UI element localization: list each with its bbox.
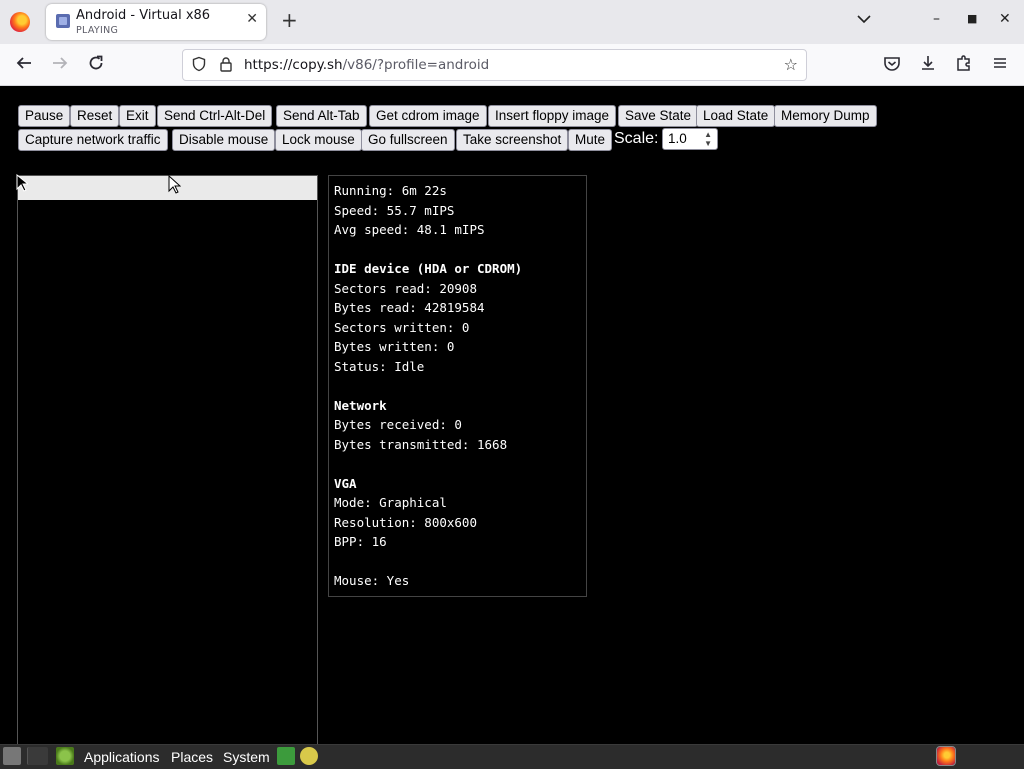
v86-favicon-icon	[56, 14, 70, 28]
stat-bytes-transmitted: Bytes transmitted: 1668	[334, 436, 508, 452]
tab-bar: Android - Virtual x86 PLAYING ✕ + – ■ ✕	[0, 0, 1024, 44]
stat-mode: Mode: Graphical	[334, 495, 447, 510]
mouse-pointer-icon	[16, 173, 30, 196]
show-desktop-icon[interactable]	[3, 747, 21, 765]
stat-running: Running: 6m 22s	[334, 183, 447, 198]
scale-label: Scale:	[614, 130, 659, 147]
url-bar[interactable]: https://copy.sh/v86/?profile=android ☆	[182, 49, 807, 81]
reset-button[interactable]: Reset	[70, 105, 120, 127]
stat-speed: Speed: 55.7 mIPS	[334, 202, 455, 218]
url-path: /v86/?profile=android	[342, 57, 490, 73]
scale-input[interactable]: 1.0 ▲ ▼	[662, 128, 718, 150]
mute-button[interactable]: Mute	[568, 129, 613, 151]
firefox-icon[interactable]	[10, 12, 30, 32]
url-text[interactable]: https://copy.sh/v86/?profile=android	[244, 57, 489, 73]
puzzle-icon[interactable]	[955, 54, 973, 75]
system-menu[interactable]: System	[223, 748, 270, 766]
get-cdrom-image-button[interactable]: Get cdrom image	[369, 105, 487, 127]
pocket-icon[interactable]	[883, 54, 901, 75]
emulator-screen[interactable]	[17, 175, 318, 745]
tab-android-virtual-x86[interactable]: Android - Virtual x86 PLAYING ✕	[46, 4, 266, 40]
network-section-header: Network	[334, 397, 387, 413]
chevron-down-icon[interactable]	[857, 13, 871, 27]
stat-status: Status: Idle	[334, 358, 425, 374]
stat-avg-speed: Avg speed: 48.1 mIPS	[334, 222, 485, 237]
go-fullscreen-button[interactable]: Go fullscreen	[361, 129, 455, 151]
exit-button[interactable]: Exit	[119, 105, 156, 127]
tab-title: Android - Virtual x86	[76, 8, 211, 23]
send-ctrl-alt-del-button[interactable]: Send Ctrl-Alt-Del	[157, 105, 273, 127]
lock-mouse-button[interactable]: Lock mouse	[275, 129, 362, 151]
applications-menu[interactable]: Applications	[84, 748, 160, 766]
stat-resolution: Resolution: 800x600	[334, 514, 477, 530]
minimize-icon[interactable]: –	[933, 12, 940, 26]
v86-page: Pause Reset Exit Send Ctrl-Alt-Del Send …	[0, 86, 1024, 745]
star-icon[interactable]: ☆	[784, 55, 798, 74]
insert-floppy-image-button[interactable]: Insert floppy image	[488, 105, 617, 127]
stat-bpp: BPP: 16	[334, 534, 387, 549]
cursor-arrow-icon	[168, 174, 182, 199]
take-screenshot-button[interactable]: Take screenshot	[456, 129, 569, 151]
stat-sectors-written: Sectors written: 0	[334, 319, 470, 335]
exit-launcher-icon[interactable]	[277, 747, 295, 765]
stat-bytes-received: Bytes received: 0	[334, 417, 462, 432]
navigation-bar: https://copy.sh/v86/?profile=android ☆	[0, 44, 1024, 86]
memory-dump-button[interactable]: Memory Dump	[774, 105, 877, 127]
pause-button[interactable]: Pause	[18, 105, 71, 127]
download-icon[interactable]	[919, 54, 937, 75]
close-icon[interactable]: ✕	[246, 12, 258, 26]
places-menu[interactable]: Places	[171, 748, 213, 766]
vga-section-header: VGA	[334, 475, 357, 491]
plus-icon[interactable]: +	[281, 10, 298, 30]
firefox-taskbar-icon[interactable]	[936, 746, 956, 766]
applications-menu-icon[interactable]	[56, 747, 74, 765]
runtime-stats-panel: Running: 6m 22s Speed: 55.7 mIPS Avg spe…	[328, 175, 587, 597]
maximize-icon[interactable]: ■	[967, 13, 977, 24]
stat-bytes-read: Bytes read: 42819584	[334, 300, 485, 315]
spin-stepper-icon[interactable]: ▲ ▼	[704, 130, 712, 148]
desktop-taskbar: Applications Places System	[0, 744, 1024, 769]
lock-icon[interactable]	[219, 56, 233, 76]
url-host: https://copy.sh	[244, 57, 343, 73]
stat-sectors-read: Sectors read: 20908	[334, 280, 477, 296]
back-arrow-icon[interactable]	[15, 54, 33, 76]
scale-value: 1.0	[668, 131, 687, 146]
ide-section-header: IDE device (HDA or CDROM)	[334, 261, 523, 276]
stat-mouse: Mouse: Yes	[334, 573, 410, 588]
hamburger-menu-icon[interactable]	[991, 54, 1009, 75]
shield-icon[interactable]	[191, 56, 207, 76]
stat-bytes-written: Bytes written: 0	[334, 339, 455, 354]
disable-mouse-button[interactable]: Disable mouse	[172, 129, 276, 151]
forward-arrow-icon[interactable]	[51, 54, 69, 76]
reload-icon[interactable]	[87, 54, 105, 76]
capture-network-traffic-button[interactable]: Capture network traffic	[18, 129, 168, 151]
tab-playing-label: PLAYING	[76, 25, 119, 36]
window-close-icon[interactable]: ✕	[999, 12, 1011, 26]
send-alt-tab-button[interactable]: Send Alt-Tab	[276, 105, 367, 127]
load-state-button[interactable]: Load State	[696, 105, 776, 127]
taskbar-separator-icon	[27, 747, 48, 765]
help-launcher-icon[interactable]	[300, 747, 318, 765]
save-state-button[interactable]: Save State	[618, 105, 699, 127]
